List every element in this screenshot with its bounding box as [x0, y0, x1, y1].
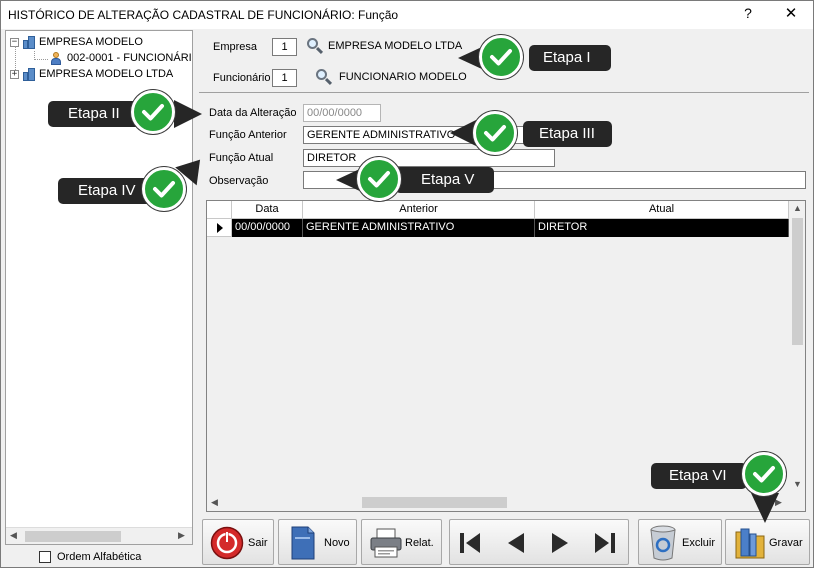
tree-connector	[34, 59, 48, 60]
check-icon	[357, 157, 401, 201]
form-divider	[199, 92, 809, 93]
tree-item-empresa-modelo[interactable]: − EMPRESA MODELO	[10, 34, 143, 50]
sair-button[interactable]: Sair	[202, 519, 274, 565]
close-button[interactable]: ✕	[783, 4, 799, 22]
data-alteracao-label: Data da Alteração	[209, 107, 297, 119]
relat-label: Relat.	[405, 537, 434, 549]
exit-icon	[210, 526, 244, 560]
record-navigation	[449, 519, 629, 565]
callout-etapa-3: Etapa III	[523, 121, 612, 147]
scrollbar-thumb[interactable]	[792, 218, 803, 345]
tree-item-label: EMPRESA MODELO	[39, 36, 143, 48]
search-icon[interactable]	[314, 68, 333, 86]
current-row-icon	[217, 223, 223, 233]
previous-record-icon[interactable]	[504, 532, 528, 554]
scrollbar-thumb[interactable]	[362, 497, 507, 508]
tree-item-empresa-modelo-ltda[interactable]: + EMPRESA MODELO LTDA	[10, 66, 173, 82]
alphabetical-order-checkbox[interactable]: Ordem Alfabética	[39, 551, 141, 563]
search-icon[interactable]	[305, 37, 324, 55]
relat-button[interactable]: Relat.	[361, 519, 442, 565]
tree-item-label: 002-0001 - FUNCIONÁRIO	[67, 52, 193, 64]
gravar-button[interactable]: Gravar	[725, 519, 810, 565]
grid-cell-atual[interactable]: DIRETOR	[535, 219, 789, 237]
check-icon	[142, 167, 186, 211]
scroll-left-icon[interactable]: ◀	[211, 497, 218, 508]
grid-header-data[interactable]: Data	[232, 201, 303, 219]
empresa-code-field[interactable]: 1	[272, 38, 297, 56]
empresa-label: Empresa	[213, 41, 258, 53]
callout-label: Etapa II	[68, 105, 120, 122]
callout-label: Etapa IV	[78, 182, 136, 199]
callout-pointer	[174, 100, 202, 128]
callout-pointer	[751, 493, 779, 523]
user-icon	[50, 51, 62, 65]
grid-cell-anterior[interactable]: GERENTE ADMINISTRATIVO	[303, 219, 535, 237]
callout-label: Etapa VI	[669, 467, 727, 484]
first-record-icon[interactable]	[458, 532, 482, 554]
funcionario-label: Funcionário	[213, 72, 271, 84]
funcionario-code-field[interactable]: 1	[272, 69, 297, 87]
funcao-atual-field[interactable]: DIRETOR	[303, 149, 555, 167]
scrollbar-thumb[interactable]	[25, 531, 121, 542]
callout-label: Etapa I	[543, 49, 591, 66]
grid-horizontal-scrollbar[interactable]: ◀ ▶	[207, 494, 789, 511]
funcao-anterior-field[interactable]: GERENTE ADMINISTRATIVO	[303, 126, 555, 144]
check-icon	[479, 35, 523, 79]
scroll-right-icon[interactable]: ▶	[178, 530, 185, 541]
tree-item-funcionario[interactable]: 002-0001 - FUNCIONÁRIO	[50, 50, 193, 66]
grid-header-indicator	[207, 201, 232, 219]
next-record-icon[interactable]	[548, 532, 572, 554]
novo-label: Novo	[324, 537, 350, 549]
funcionario-name: FUNCIONARIO MODELO	[339, 71, 467, 83]
recycle-bin-icon	[650, 525, 676, 561]
grid-header-anterior[interactable]: Anterior	[303, 201, 535, 219]
last-record-icon[interactable]	[593, 532, 617, 554]
empresa-name: EMPRESA MODELO LTDA	[328, 40, 463, 52]
title-bar: HISTÓRICO DE ALTERAÇÃO CADASTRAL DE FUNC…	[1, 1, 813, 29]
callout-etapa-5: Etapa V	[395, 167, 494, 193]
row-indicator	[207, 219, 232, 237]
funcao-anterior-label: Função Anterior	[209, 129, 287, 141]
excluir-button[interactable]: Excluir	[638, 519, 722, 565]
gravar-label: Gravar	[769, 537, 803, 549]
grid-header-atual[interactable]: Atual	[535, 201, 789, 219]
grid-cell-data[interactable]: 00/00/0000	[232, 219, 303, 237]
help-button[interactable]: ?	[741, 5, 755, 21]
sair-label: Sair	[248, 537, 268, 549]
funcao-atual-label: Função Atual	[209, 152, 274, 164]
save-folder-icon	[735, 528, 765, 559]
callout-label: Etapa III	[539, 125, 595, 142]
check-icon	[473, 111, 517, 155]
callout-etapa-6: Etapa VI	[651, 463, 747, 489]
callout-label: Etapa V	[421, 171, 475, 188]
data-alteracao-field[interactable]: 00/00/0000	[303, 104, 381, 122]
tree-horizontal-scrollbar[interactable]: ◀ ▶	[6, 527, 192, 544]
building-icon	[22, 35, 36, 49]
scroll-up-icon[interactable]: ▲	[793, 203, 802, 213]
check-icon	[742, 452, 786, 496]
expand-icon[interactable]: +	[10, 69, 19, 79]
scroll-down-icon[interactable]: ▼	[793, 479, 802, 489]
window-title: HISTÓRICO DE ALTERAÇÃO CADASTRAL DE FUNC…	[8, 8, 399, 22]
scroll-left-icon[interactable]: ◀	[10, 530, 17, 541]
new-document-icon	[291, 526, 315, 560]
excluir-label: Excluir	[682, 537, 716, 549]
checkbox-box[interactable]	[39, 551, 51, 563]
printer-icon	[370, 528, 402, 558]
callout-etapa-1: Etapa I	[529, 45, 611, 71]
novo-button[interactable]: Novo	[278, 519, 357, 565]
observacao-label: Observação	[209, 175, 269, 187]
checkbox-label: Ordem Alfabética	[57, 551, 142, 563]
grid-vertical-scrollbar[interactable]: ▲ ▼	[789, 201, 805, 494]
building-icon	[22, 67, 36, 81]
check-icon	[131, 90, 175, 134]
tree-item-label: EMPRESA MODELO LTDA	[39, 68, 174, 80]
dialog-window: HISTÓRICO DE ALTERAÇÃO CADASTRAL DE FUNC…	[0, 0, 814, 568]
